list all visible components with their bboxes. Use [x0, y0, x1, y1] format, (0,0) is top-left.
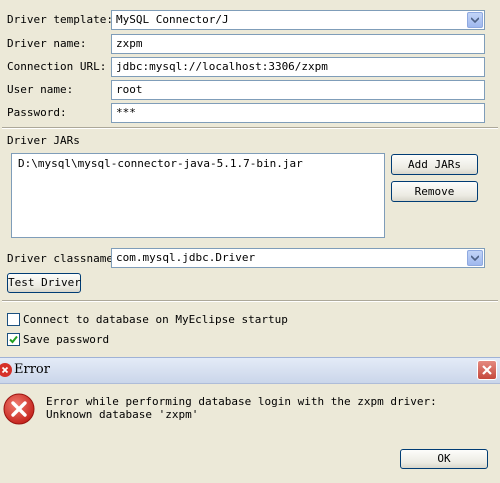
- driver-config-window: { "form": { "driver_template_label": "Dr…: [0, 0, 500, 483]
- error-message-line2: Unknown database 'zxpm': [46, 408, 199, 421]
- divider: [2, 300, 498, 302]
- error-dialog-title: Error: [14, 362, 50, 377]
- divider: [2, 127, 498, 129]
- remove-button[interactable]: Remove: [391, 181, 478, 202]
- error-dialog-titlebar[interactable]: Error: [0, 357, 500, 384]
- connect-startup-checkbox[interactable]: [7, 313, 20, 326]
- driver-name-label: Driver name:: [7, 37, 87, 50]
- user-name-label: User name:: [7, 83, 74, 96]
- ok-button[interactable]: OK: [400, 449, 488, 469]
- driver-template-label: Driver template:: [7, 13, 113, 26]
- save-password-checkbox[interactable]: [7, 333, 20, 346]
- chevron-down-icon[interactable]: [467, 250, 483, 266]
- driver-classname-value: com.mysql.jdbc.Driver: [116, 251, 256, 264]
- connect-startup-label: Connect to database on MyEclipse startup: [23, 313, 288, 326]
- driver-classname-label: Driver classname:: [7, 252, 120, 265]
- connection-url-field[interactable]: jdbc:mysql://localhost:3306/zxpm: [111, 57, 485, 77]
- error-title-icon: [0, 363, 12, 377]
- error-icon: [3, 393, 35, 425]
- user-name-field[interactable]: root: [111, 80, 485, 100]
- driver-jars-list[interactable]: D:\mysql\mysql-connector-java-5.1.7-bin.…: [11, 153, 385, 238]
- chevron-down-icon[interactable]: [467, 12, 483, 28]
- close-icon: [482, 365, 492, 375]
- close-button[interactable]: [477, 360, 497, 380]
- connection-url-label: Connection URL:: [7, 60, 107, 73]
- driver-name-field[interactable]: zxpm: [111, 34, 485, 54]
- save-password-label: Save password: [23, 333, 110, 346]
- add-jars-button[interactable]: Add JARs: [391, 154, 478, 175]
- test-driver-button[interactable]: Test Driver: [7, 273, 81, 293]
- driver-jars-label: Driver JARs: [7, 134, 80, 147]
- password-field[interactable]: ***: [111, 103, 485, 123]
- error-message-line1: Error while performing database login wi…: [46, 395, 437, 408]
- list-item[interactable]: D:\mysql\mysql-connector-java-5.1.7-bin.…: [12, 154, 384, 171]
- password-label: Password:: [7, 106, 67, 119]
- driver-classname-select[interactable]: com.mysql.jdbc.Driver: [111, 248, 485, 268]
- driver-template-value: MySQL Connector/J: [116, 13, 229, 26]
- checkmark-icon: [9, 335, 18, 344]
- driver-template-select[interactable]: MySQL Connector/J: [111, 10, 485, 30]
